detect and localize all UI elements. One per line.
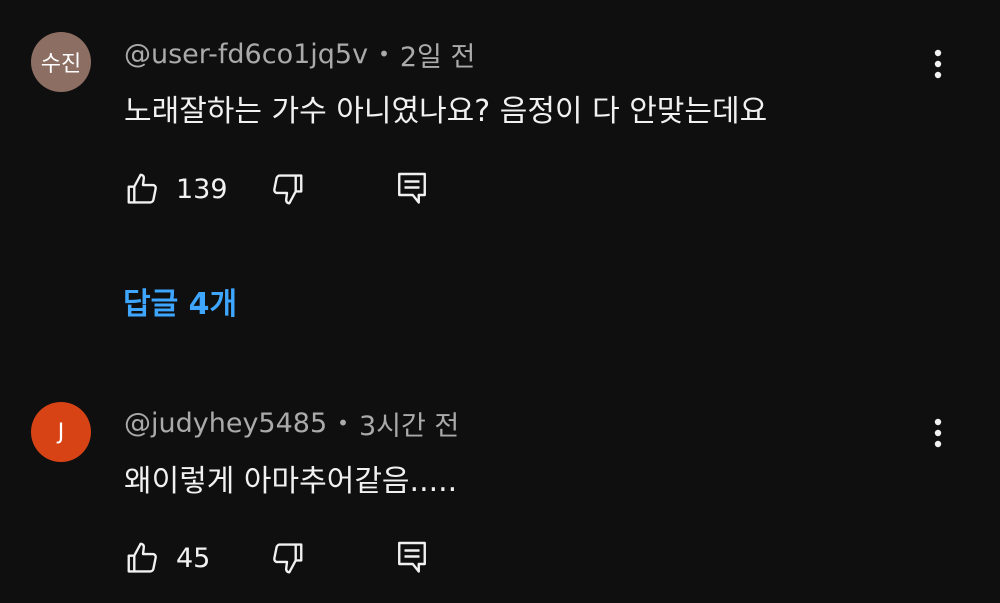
comment-text: 노래잘하는 가수 아니였나요? 음정이 다 안맞는데요 — [124, 94, 768, 129]
like-count: 45 — [176, 542, 211, 574]
comment-time[interactable]: 2일 전 — [400, 35, 475, 74]
meta-separator: • — [378, 42, 390, 66]
comment-time[interactable]: 3시간 전 — [359, 404, 459, 443]
reply-icon — [398, 172, 426, 204]
reply-button[interactable] — [394, 169, 430, 209]
view-replies-button[interactable]: 답글 4개 — [123, 279, 237, 323]
more-options-button[interactable] — [920, 413, 956, 453]
meta-separator: • — [337, 411, 349, 435]
comment-meta: @user-fd6co1jq5v • 2일 전 — [124, 35, 475, 74]
comment-actions: 45 — [124, 538, 444, 578]
thumbs-up-icon — [127, 173, 157, 204]
dislike-button[interactable] — [268, 169, 306, 209]
comment-username[interactable]: @user-fd6co1jq5v — [124, 39, 368, 70]
more-vertical-icon — [934, 49, 942, 79]
comment-actions: 139 — [124, 169, 444, 209]
comment-meta: @judyhey5485 • 3시간 전 — [124, 404, 459, 443]
avatar[interactable]: J — [31, 402, 91, 462]
thumbs-up-icon — [127, 542, 157, 573]
thumbs-down-icon — [273, 174, 303, 205]
comment-username[interactable]: @judyhey5485 — [124, 408, 327, 439]
avatar-initials: 수진 — [40, 52, 82, 77]
avatar-initials: J — [57, 419, 65, 445]
like-button[interactable]: 45 — [124, 538, 210, 578]
comment-text: 왜이렇게 아마추어같음..... — [124, 464, 458, 499]
more-options-button[interactable] — [920, 44, 956, 84]
reply-button[interactable] — [394, 538, 430, 578]
like-button[interactable]: 139 — [124, 169, 228, 209]
reply-icon — [398, 541, 426, 573]
dislike-button[interactable] — [268, 538, 306, 578]
like-count: 139 — [176, 173, 228, 205]
more-vertical-icon — [934, 418, 942, 448]
thumbs-down-icon — [273, 543, 303, 574]
avatar[interactable]: 수진 — [31, 32, 91, 92]
